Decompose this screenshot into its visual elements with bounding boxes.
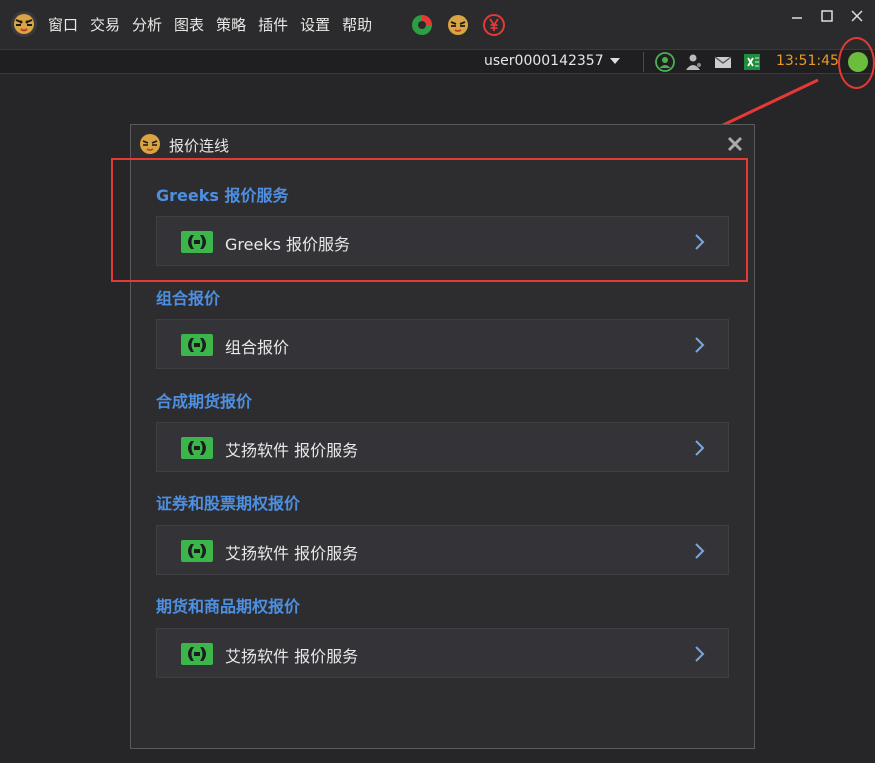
menu-trade[interactable]: 交易 xyxy=(90,14,120,35)
pie-chart-icon[interactable] xyxy=(410,13,434,37)
username: user0000142357 xyxy=(484,53,604,69)
menu-plugin[interactable]: 插件 xyxy=(258,14,288,35)
yen-icon[interactable] xyxy=(482,13,506,37)
main-menu: 窗口 交易 分析 图表 策略 插件 设置 帮助 xyxy=(48,0,384,49)
service-label: 组合报价 xyxy=(225,338,290,357)
service-label: 艾扬软件 报价服务 xyxy=(225,544,359,563)
annotation-circle xyxy=(838,37,875,89)
menu-help[interactable]: 帮助 xyxy=(342,14,372,35)
tiger-logo-icon[interactable] xyxy=(10,10,38,38)
section-title-stock-options: 证券和股票期权报价 xyxy=(156,494,301,513)
clock: 13:51:45 xyxy=(776,53,839,69)
close-icon[interactable] xyxy=(849,8,865,24)
title-bar: 窗口 交易 分析 图表 策略 插件 设置 帮助 xyxy=(0,0,875,49)
status-bar: user0000142357 13:51:45 xyxy=(0,49,875,74)
users-icon[interactable] xyxy=(684,52,704,72)
chevron-right-icon xyxy=(695,337,705,353)
maximize-icon[interactable] xyxy=(819,8,835,24)
excel-icon[interactable] xyxy=(742,52,762,72)
menu-window[interactable]: 窗口 xyxy=(48,14,78,35)
connection-plug-icon xyxy=(181,540,213,562)
status-icons xyxy=(655,52,771,72)
section-title-futures-options: 期货和商品期权报价 xyxy=(156,597,301,616)
service-label: 艾扬软件 报价服务 xyxy=(225,441,359,460)
service-row-synthetic-futures[interactable]: 艾扬软件 报价服务 xyxy=(156,422,729,472)
status-divider xyxy=(643,52,644,72)
caret-down-icon xyxy=(609,58,620,64)
tiger-icon[interactable] xyxy=(446,13,470,37)
minimize-icon[interactable] xyxy=(789,8,805,24)
menu-chart[interactable]: 图表 xyxy=(174,14,204,35)
tiger-logo-icon xyxy=(140,134,160,154)
mail-icon[interactable] xyxy=(713,52,733,72)
dialog-title: 报价连线 xyxy=(169,137,230,155)
service-label: 艾扬软件 报价服务 xyxy=(225,647,359,666)
section-title-synthetic-futures: 合成期货报价 xyxy=(156,392,253,411)
window-controls xyxy=(775,8,865,24)
service-row-combo[interactable]: 组合报价 xyxy=(156,319,729,369)
chevron-right-icon xyxy=(695,440,705,456)
close-icon[interactable] xyxy=(726,135,744,153)
section-title-combo: 组合报价 xyxy=(156,289,221,308)
service-row-futures-options[interactable]: 艾扬软件 报价服务 xyxy=(156,628,729,678)
menu-analysis[interactable]: 分析 xyxy=(132,14,162,35)
connection-plug-icon xyxy=(181,334,213,356)
connection-plug-icon xyxy=(181,643,213,665)
user-dropdown[interactable]: user0000142357 xyxy=(484,53,620,69)
service-row-stock-options[interactable]: 艾扬软件 报价服务 xyxy=(156,525,729,575)
annotation-highlight-box xyxy=(111,158,748,282)
menu-strategy[interactable]: 策略 xyxy=(216,14,246,35)
chevron-right-icon xyxy=(695,646,705,662)
connection-plug-icon xyxy=(181,437,213,459)
user-icon[interactable] xyxy=(655,52,675,72)
chevron-right-icon xyxy=(695,543,705,559)
quick-toolbar xyxy=(410,13,518,37)
menu-settings[interactable]: 设置 xyxy=(300,14,330,35)
